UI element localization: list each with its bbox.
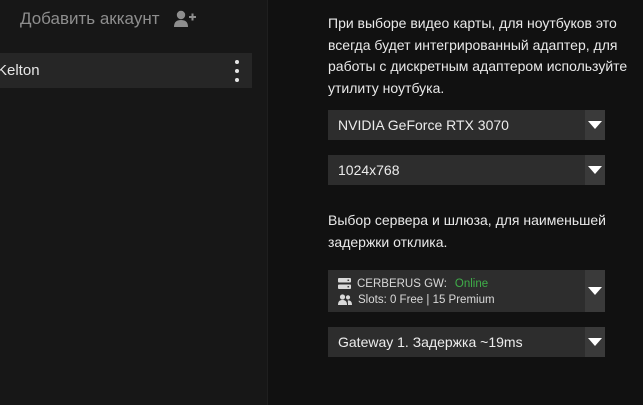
sidebar: Добавить аккаунт Kelton: [0, 0, 268, 405]
dropdown-arrow-icon[interactable]: [585, 270, 605, 312]
resolution-select-value: 1024x768: [338, 162, 400, 178]
gateway-select[interactable]: Gateway 1. Задержка ~19ms: [328, 327, 605, 357]
server-select[interactable]: CERBERUS GW: Online Slots: 0 Free | 15 P…: [328, 270, 605, 312]
account-name: Kelton: [0, 62, 40, 79]
dropdown-arrow-icon[interactable]: [585, 110, 605, 140]
add-user-icon: [173, 10, 196, 28]
server-status: Online: [454, 277, 489, 290]
gpu-select-value: NVIDIA GeForce RTX 3070: [338, 117, 509, 133]
account-item[interactable]: Kelton: [0, 53, 252, 88]
users-icon: [338, 294, 358, 305]
server-slots: Slots: 0 Free | 15 Premium: [358, 293, 495, 306]
gpu-select[interactable]: NVIDIA GeForce RTX 3070: [328, 110, 605, 140]
resolution-select[interactable]: 1024x768: [328, 155, 605, 185]
more-vertical-icon[interactable]: [230, 59, 244, 82]
dropdown-arrow-icon[interactable]: [585, 155, 605, 185]
server-name: CERBERUS GW:: [357, 277, 447, 290]
add-account-label: Добавить аккаунт: [20, 9, 160, 28]
server-note: Выбор сервера и шлюза, для наименьшей за…: [328, 212, 606, 250]
server-icon: [338, 278, 357, 289]
gpu-note: При выборе видео карты, для ноутбуков эт…: [328, 15, 628, 96]
gateway-select-value: Gateway 1. Задержка ~19ms: [338, 334, 523, 350]
dropdown-arrow-icon[interactable]: [585, 327, 605, 357]
add-account-button[interactable]: Добавить аккаунт: [20, 8, 196, 30]
